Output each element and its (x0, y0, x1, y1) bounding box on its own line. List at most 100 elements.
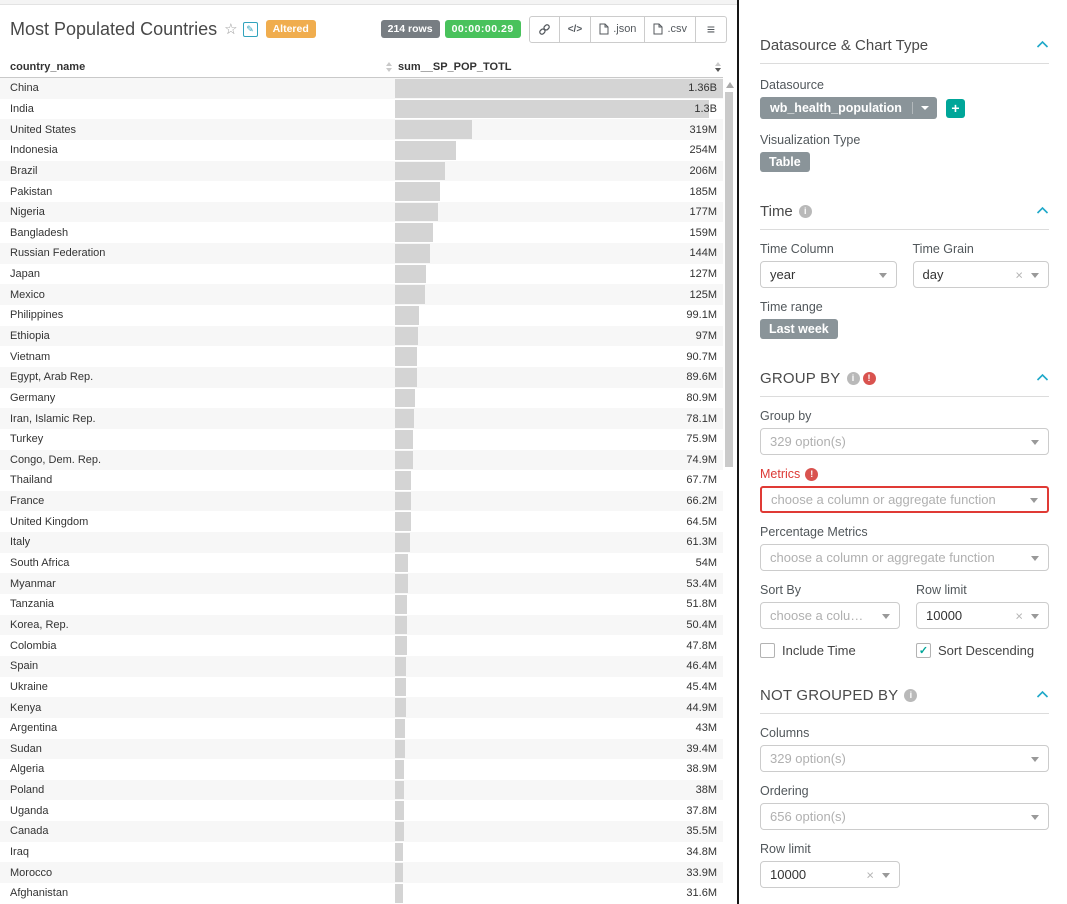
table-row[interactable]: Tanzania51.8M (0, 594, 723, 615)
table-row[interactable]: United States319M (0, 119, 723, 140)
table-row[interactable]: Poland38M (0, 780, 723, 801)
table-row[interactable]: Turkey75.9M (0, 429, 723, 450)
table-row[interactable]: India1.3B (0, 99, 723, 120)
table-row[interactable]: Afghanistan31.6M (0, 883, 723, 904)
value-cell: 50.4M (395, 615, 723, 636)
info-icon: i (904, 689, 917, 702)
table-row[interactable]: China1.36B (0, 78, 723, 99)
clear-icon[interactable]: × (1015, 267, 1023, 282)
section-header-time[interactable]: Time i (760, 202, 1049, 230)
value-cell: 35.5M (395, 821, 723, 842)
column-header-country-name[interactable]: country_name (0, 61, 395, 73)
time-range-badge[interactable]: Last week (760, 319, 838, 339)
chevron-down-icon (1031, 614, 1039, 619)
export-csv-button[interactable]: .csv (645, 16, 696, 43)
value-bar (395, 451, 413, 470)
row-limit-select-2[interactable]: 10000 × (760, 861, 900, 888)
value-cell: 159M (395, 222, 723, 243)
table-row[interactable]: Nigeria177M (0, 202, 723, 223)
country-cell: Ethiopia (0, 326, 395, 347)
clear-icon[interactable]: × (866, 867, 874, 882)
checkbox-unchecked[interactable]: ✓ (760, 643, 775, 658)
table-row[interactable]: Spain46.4M (0, 656, 723, 677)
table-scrollbar[interactable] (724, 80, 735, 904)
table-row[interactable]: Colombia47.8M (0, 635, 723, 656)
ordering-label: Ordering (760, 784, 1049, 798)
section-header-group-by[interactable]: GROUP BY i ! (760, 369, 1049, 397)
table-row[interactable]: Italy61.3M (0, 532, 723, 553)
country-cell: Indonesia (0, 140, 395, 161)
table-row[interactable]: Vietnam90.7M (0, 346, 723, 367)
chevron-up-icon (1036, 36, 1049, 54)
table-row[interactable]: Iraq34.8M (0, 842, 723, 863)
metrics-select[interactable]: choose a column or aggregate function (760, 486, 1049, 513)
table-row[interactable]: Brazil206M (0, 161, 723, 182)
table-row[interactable]: Iran, Islamic Rep.78.1M (0, 408, 723, 429)
value-cell: 74.9M (395, 450, 723, 471)
table-row[interactable]: South Africa54M (0, 553, 723, 574)
ordering-select[interactable]: 656 option(s) (760, 803, 1049, 830)
table-row[interactable]: Ethiopia97M (0, 326, 723, 347)
scrollbar-thumb[interactable] (725, 92, 733, 467)
chevron-down-icon (1031, 440, 1039, 445)
table-row[interactable]: Korea, Rep.50.4M (0, 615, 723, 636)
section-header-not-grouped-by[interactable]: NOT GROUPED BY i (760, 686, 1049, 714)
table-row[interactable]: Mexico125M (0, 284, 723, 305)
group-by-select[interactable]: 329 option(s) (760, 428, 1049, 455)
table-row[interactable]: Indonesia254M (0, 140, 723, 161)
table-row[interactable]: Germany80.9M (0, 388, 723, 409)
time-column-select[interactable]: year (760, 261, 897, 288)
favorite-star-icon[interactable]: ☆ (224, 20, 237, 38)
add-datasource-button[interactable]: + (946, 99, 965, 118)
chart-menu-button[interactable]: ≡ (696, 16, 727, 43)
include-time-checkbox[interactable]: ✓ Include Time (760, 643, 916, 658)
table-row[interactable]: Bangladesh159M (0, 222, 723, 243)
row-limit-select[interactable]: 10000 × (916, 602, 1049, 629)
value-bar (395, 162, 445, 181)
table-row[interactable]: Canada35.5M (0, 821, 723, 842)
column-header-sum-sp-pop-totl[interactable]: sum__SP_POP_TOTL (395, 61, 723, 73)
value-bar (395, 863, 403, 882)
viz-type-badge[interactable]: Table (760, 152, 810, 172)
table-row[interactable]: Russian Federation144M (0, 243, 723, 264)
section-header-datasource[interactable]: Datasource & Chart Type (760, 36, 1049, 64)
sort-by-select[interactable]: choose a column or ... (760, 602, 900, 629)
short-link-button[interactable] (529, 16, 560, 43)
table-row[interactable]: France66.2M (0, 491, 723, 512)
table-row[interactable]: Egypt, Arab Rep.89.6M (0, 367, 723, 388)
country-cell: United States (0, 119, 395, 140)
table-row[interactable]: Morocco33.9M (0, 862, 723, 883)
value-bar (395, 244, 430, 263)
columns-select[interactable]: 329 option(s) (760, 745, 1049, 772)
sort-descending-checkbox[interactable]: ✓ Sort Descending (916, 643, 1034, 658)
value-cell: 99.1M (395, 305, 723, 326)
time-grain-select[interactable]: day × (913, 261, 1050, 288)
table-row[interactable]: Myanmar53.4M (0, 573, 723, 594)
scrollbar-up-arrow-icon[interactable] (726, 82, 734, 88)
table-row[interactable]: Uganda37.8M (0, 800, 723, 821)
table-row[interactable]: Ukraine45.4M (0, 677, 723, 698)
include-time-label: Include Time (782, 643, 856, 658)
file-icon (599, 23, 609, 35)
checkbox-checked[interactable]: ✓ (916, 643, 931, 658)
edit-title-icon[interactable]: ✎ (243, 22, 258, 37)
export-json-button[interactable]: .json (591, 16, 645, 43)
value-cell: 89.6M (395, 367, 723, 388)
datasource-label: Datasource (760, 78, 1049, 92)
table-row[interactable]: Kenya44.9M (0, 697, 723, 718)
percentage-metrics-select[interactable]: choose a column or aggregate function (760, 544, 1049, 571)
country-cell: Italy (0, 532, 395, 553)
table-row[interactable]: Congo, Dem. Rep.74.9M (0, 450, 723, 471)
table-row[interactable]: Thailand67.7M (0, 470, 723, 491)
table-row[interactable]: Sudan39.4M (0, 739, 723, 760)
table-row[interactable]: Algeria38.9M (0, 759, 723, 780)
clear-icon[interactable]: × (1015, 608, 1023, 623)
table-row[interactable]: Japan127M (0, 264, 723, 285)
datasource-select-button[interactable]: wb_health_population (760, 97, 937, 119)
chart-panel: Most Populated Countries ☆ ✎ Altered 214… (0, 0, 737, 904)
table-row[interactable]: Argentina43M (0, 718, 723, 739)
table-row[interactable]: United Kingdom64.5M (0, 511, 723, 532)
table-row[interactable]: Pakistan185M (0, 181, 723, 202)
view-query-button[interactable]: </> (560, 16, 591, 43)
table-row[interactable]: Philippines99.1M (0, 305, 723, 326)
